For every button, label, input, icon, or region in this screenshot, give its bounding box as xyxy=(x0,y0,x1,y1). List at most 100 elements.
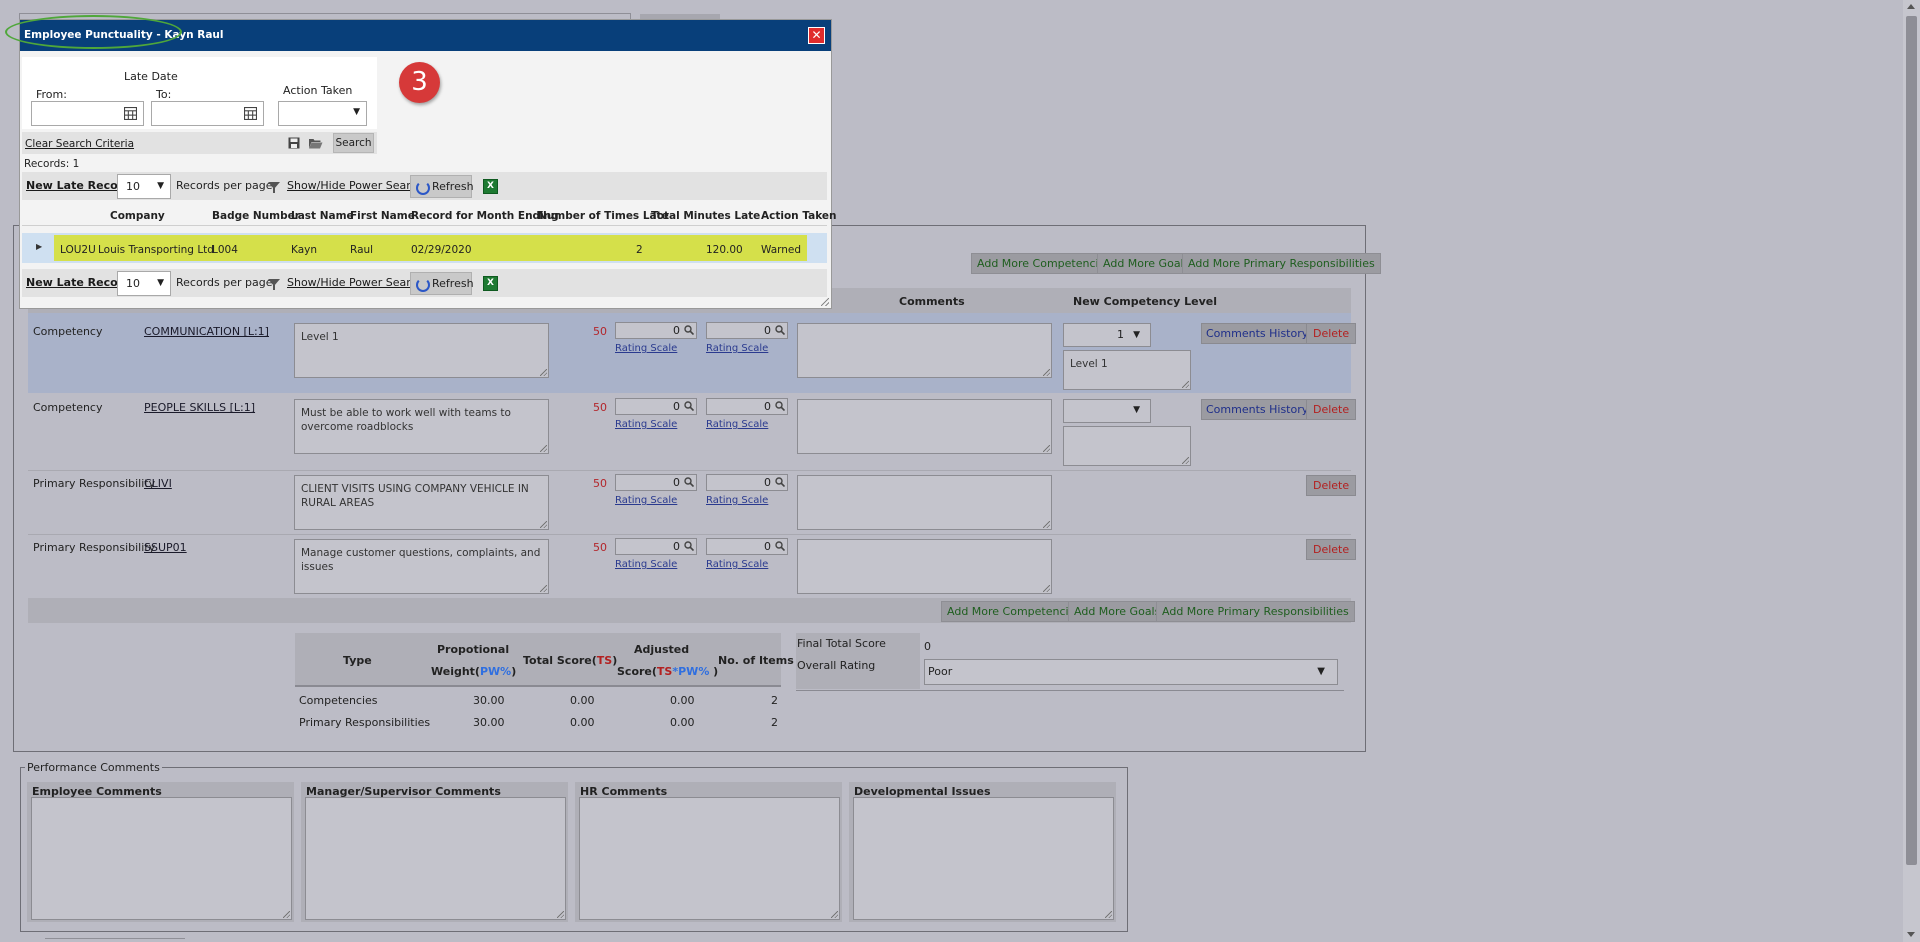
description-textarea[interactable]: Must be able to work well with teams to … xyxy=(294,399,549,454)
add-competencies-button-bottom[interactable]: Add More Competencies xyxy=(941,601,1088,622)
resize-grip-icon[interactable] xyxy=(821,298,829,306)
add-responsibilities-button-bottom[interactable]: Add More Primary Responsibilities xyxy=(1156,601,1355,622)
search-icon[interactable] xyxy=(684,477,694,487)
col-minutes-late[interactable]: Total Minutes Late xyxy=(651,210,760,222)
add-responsibilities-button-top[interactable]: Add More Primary Responsibilities xyxy=(1182,253,1381,274)
new-late-record-link[interactable]: New Late Record xyxy=(26,179,131,192)
competency-level-select[interactable]: 1 ▼ xyxy=(1063,323,1151,347)
responsibility-code-link[interactable]: CLIVI xyxy=(144,477,172,490)
comments-textarea[interactable] xyxy=(797,539,1052,594)
scroll-up-icon[interactable] xyxy=(1907,4,1915,9)
vertical-scrollbar[interactable] xyxy=(1903,0,1920,942)
col-times-late[interactable]: Number of Times Late xyxy=(538,210,669,222)
delete-button[interactable]: Delete xyxy=(1306,475,1357,496)
excel-export-icon[interactable]: X xyxy=(483,276,498,291)
manager-score-input[interactable]: 0 xyxy=(706,474,788,491)
save-icon[interactable] xyxy=(288,137,300,149)
clear-search-link[interactable]: Clear Search Criteria xyxy=(25,138,134,150)
summary-weight-header-line2: Weight(PW%) xyxy=(431,665,517,678)
competency-level-select[interactable]: ▼ xyxy=(1063,399,1151,423)
scroll-down-icon[interactable] xyxy=(1907,932,1915,937)
level-description-textarea[interactable] xyxy=(1063,426,1191,466)
rating-scale-link[interactable]: Rating Scale xyxy=(615,419,677,430)
manager-score-input[interactable]: 0 xyxy=(706,538,788,555)
search-icon[interactable] xyxy=(775,541,785,551)
responsibility-code-link[interactable]: SSUP01 xyxy=(144,541,187,554)
add-goals-button-top[interactable]: Add More Goals xyxy=(1097,253,1196,274)
records-per-page-select[interactable]: 10 xyxy=(117,174,171,199)
rating-scale-link[interactable]: Rating Scale xyxy=(615,343,677,354)
search-icon[interactable] xyxy=(684,325,694,335)
col-month-ending[interactable]: Record for Month Ending xyxy=(411,210,559,222)
search-icon[interactable] xyxy=(775,477,785,487)
comments-textarea[interactable] xyxy=(797,323,1052,378)
refresh-button[interactable]: Refresh xyxy=(410,175,474,198)
comments-history-button[interactable]: Comments History xyxy=(1201,399,1314,420)
comments-history-button[interactable]: Comments History xyxy=(1201,323,1314,344)
col-company[interactable]: Company xyxy=(110,210,165,222)
weight-value: 50 xyxy=(593,401,607,414)
calendar-icon[interactable] xyxy=(244,107,257,120)
description-textarea[interactable]: CLIENT VISITS USING COMPANY VEHICLE IN R… xyxy=(294,475,549,530)
self-score-input[interactable]: 0 xyxy=(615,322,697,339)
overall-rating-select[interactable]: Poor ▼ xyxy=(924,659,1338,685)
comments-textarea[interactable] xyxy=(797,399,1052,454)
manager-comments-textarea[interactable] xyxy=(305,797,566,920)
description-textarea[interactable]: Level 1 xyxy=(294,323,549,378)
summary-row-type: Primary Responsibilities xyxy=(299,716,431,729)
delete-button[interactable]: Delete xyxy=(1306,399,1357,420)
comments-textarea[interactable] xyxy=(797,475,1052,530)
rating-scale-link[interactable]: Rating Scale xyxy=(706,419,768,430)
expand-row-icon[interactable]: ▶ xyxy=(36,242,42,251)
self-score-input[interactable]: 0 xyxy=(615,398,697,415)
rating-scale-link[interactable]: Rating Scale xyxy=(706,495,768,506)
search-icon[interactable] xyxy=(775,401,785,411)
search-icon[interactable] xyxy=(775,325,785,335)
delete-button[interactable]: Delete xyxy=(1306,323,1357,344)
close-icon[interactable]: ✕ xyxy=(808,27,825,44)
folder-open-icon[interactable] xyxy=(308,137,323,149)
final-score-value: 0 xyxy=(924,640,931,653)
search-icon[interactable] xyxy=(684,541,694,551)
summary-row-adjusted: 0.00 xyxy=(670,716,695,729)
filter-icon[interactable] xyxy=(268,279,280,290)
hr-comments-textarea[interactable] xyxy=(579,797,840,920)
search-button[interactable]: Search xyxy=(333,133,374,153)
col-first-name[interactable]: First Name xyxy=(350,210,415,222)
manager-score-input[interactable]: 0 xyxy=(706,322,788,339)
competency-code-link[interactable]: COMMUNICATION [L:1] xyxy=(144,325,269,338)
col-badge-number[interactable]: Badge Number xyxy=(212,210,300,222)
delete-button[interactable]: Delete xyxy=(1306,539,1357,560)
self-score-input[interactable]: 0 xyxy=(615,538,697,555)
add-goals-button-bottom[interactable]: Add More Goals xyxy=(1068,601,1167,622)
refresh-button-bottom[interactable]: Refresh xyxy=(410,272,474,295)
action-taken-select[interactable]: ▼ xyxy=(278,101,367,126)
comments-header: Comments xyxy=(899,295,965,308)
col-action-taken[interactable]: Action Taken xyxy=(761,210,837,222)
description-textarea[interactable]: Manage customer questions, complaints, a… xyxy=(294,539,549,594)
scrollbar-thumb[interactable] xyxy=(1906,16,1917,865)
calendar-icon[interactable] xyxy=(124,107,137,120)
summary-adjusted-header-line2: Score(TS*PW% ) xyxy=(617,665,719,678)
power-search-link-bottom[interactable]: Show/Hide Power Search xyxy=(287,276,424,289)
col-last-name[interactable]: Last Name xyxy=(291,210,354,222)
rating-scale-link[interactable]: Rating Scale xyxy=(706,343,768,354)
employee-comments-textarea[interactable] xyxy=(31,797,292,920)
records-per-page-select-bottom[interactable]: 10 xyxy=(117,271,171,296)
self-score-input[interactable]: 0 xyxy=(615,474,697,491)
competency-code-link[interactable]: PEOPLE SKILLS [L:1] xyxy=(144,401,255,414)
add-competencies-button-top[interactable]: Add More Competencies xyxy=(971,253,1118,274)
new-late-record-link-bottom[interactable]: New Late Record xyxy=(26,276,131,289)
excel-export-icon[interactable]: X xyxy=(483,179,498,194)
power-search-link[interactable]: Show/Hide Power Search xyxy=(287,179,424,192)
rating-scale-link[interactable]: Rating Scale xyxy=(615,495,677,506)
rating-scale-link[interactable]: Rating Scale xyxy=(615,559,677,570)
from-date-input[interactable] xyxy=(31,101,144,126)
rating-scale-link[interactable]: Rating Scale xyxy=(706,559,768,570)
manager-score-input[interactable]: 0 xyxy=(706,398,788,415)
search-icon[interactable] xyxy=(684,401,694,411)
to-date-input[interactable] xyxy=(151,101,264,126)
level-description-textarea[interactable]: Level 1 xyxy=(1063,350,1191,390)
developmental-issues-textarea[interactable] xyxy=(853,797,1114,920)
filter-icon[interactable] xyxy=(268,182,280,193)
